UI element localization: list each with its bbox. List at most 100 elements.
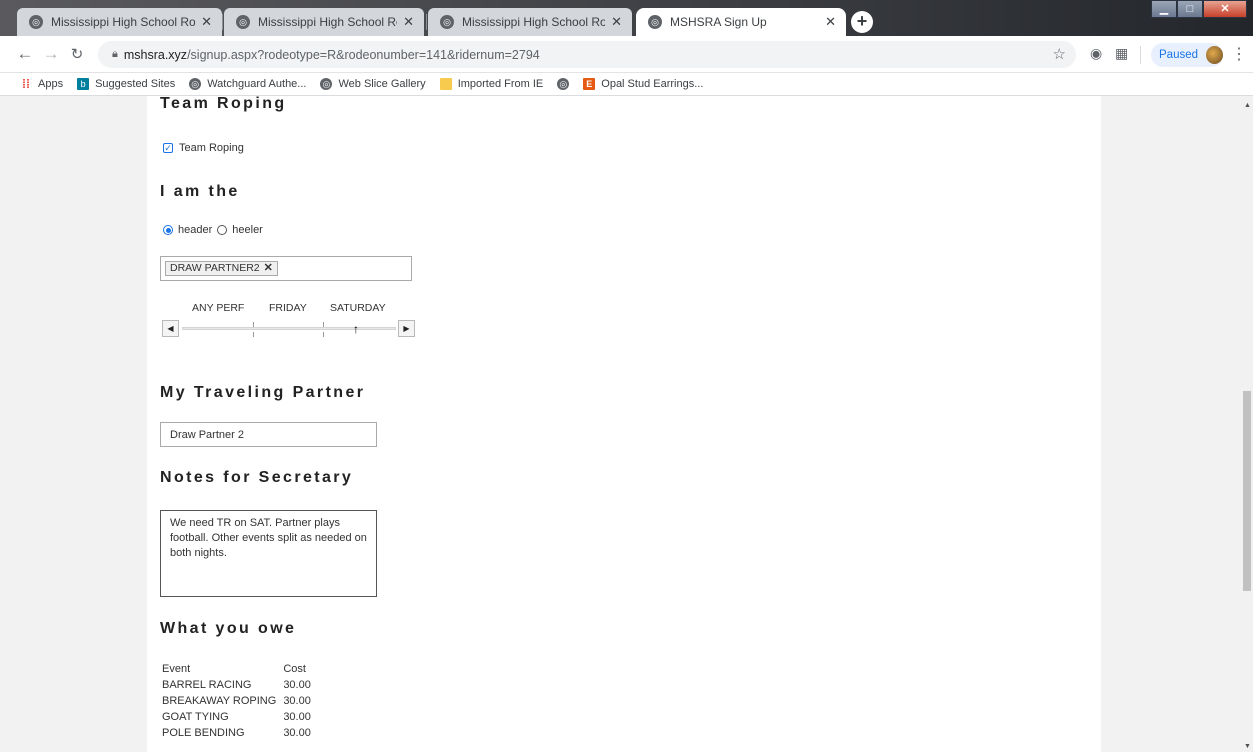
bookmark-star-icon[interactable]: ☆ [1053,45,1066,63]
remove-tag-icon[interactable]: ✕ [264,262,273,275]
tab-title: Mississippi High School Rodeo A [462,15,606,29]
bookmark-suggested-sites[interactable]: b Suggested Sites [77,78,175,90]
window-close-icon[interactable]: ✕ [1203,0,1247,18]
browser-toolbar: ← → ↻ 🔒︎ mshsra.xyz/signup.aspx?rodeotyp… [0,36,1253,73]
partner-tag: DRAW PARTNER2 ✕ [165,261,278,276]
slider-tick [323,332,324,337]
tab-3[interactable]: ◎ Mississippi High School Rodeo A ✕ [428,8,632,36]
notes-textarea[interactable]: We need TR on SAT. Partner plays footbal… [160,510,377,597]
table-row: BARREL RACING 30.00 [160,677,316,693]
traveling-partner-heading: My Traveling Partner [160,384,366,401]
owe-table: Event Cost BARREL RACING 30.00 BREAKAWAY… [160,661,316,741]
bookmark-label: Watchguard Authe... [207,78,307,90]
globe-icon: ◎ [29,15,43,29]
tab-title: Mississippi High School Rodeo A [258,15,397,29]
close-icon[interactable]: ✕ [611,14,622,30]
tab-strip: ◎ Mississippi High School Rodeo A ✕ ◎ Mi… [0,0,1253,36]
perf-label-any: ANY PERF [192,302,245,314]
radio-label: header [178,224,213,236]
slider-left-arrow-icon[interactable]: ◀ [162,320,179,337]
bookmark-label: Opal Stud Earrings... [601,78,704,90]
avatar [1206,46,1223,64]
window-controls: ▁ □ ✕ [1151,0,1247,18]
bookmark-globe[interactable]: ◎ [557,78,575,90]
close-icon[interactable]: ✕ [825,14,836,30]
perf-label-friday: FRIDAY [269,302,307,314]
back-arrow-icon[interactable]: ← [14,44,36,64]
bookmark-label: Web Slice Gallery [338,78,426,90]
cost-cell: 30.00 [283,695,311,707]
tab-title: MSHSRA Sign Up [670,15,767,29]
tab-divider [426,14,427,30]
table-header-row: Event Cost [160,661,316,677]
cost-cell: 30.00 [283,727,311,739]
scrollbar-thumb[interactable] [1243,391,1251,591]
event-cell: BREAKAWAY ROPING [162,695,277,707]
minimize-icon[interactable]: ▁ [1151,0,1177,18]
globe-icon: ◎ [648,15,662,29]
extension-circle-icon[interactable]: ◉ [1090,45,1102,62]
owe-heading: What you owe [160,620,297,637]
table-row: POLE BENDING 30.00 [160,725,316,741]
role-heading: I am the [160,183,240,200]
forward-arrow-icon[interactable]: → [40,44,62,64]
maximize-icon[interactable]: □ [1177,0,1203,18]
header-radio[interactable] [163,225,173,235]
bookmark-label: Suggested Sites [95,78,176,90]
table-row: BREAKAWAY ROPING 30.00 [160,693,316,709]
etsy-icon: E [583,78,596,90]
vertical-scrollbar[interactable]: ▲ ▼ [1241,96,1253,752]
notes-heading: Notes for Secretary [160,469,354,486]
bookmark-web-slice-gallery[interactable]: ◎ Web Slice Gallery [320,78,426,90]
table-row: GOAT TYING 30.00 [160,709,316,725]
close-icon[interactable]: ✕ [201,14,212,30]
perf-label-saturday: SATURDAY [330,302,386,314]
scroll-up-arrow-icon[interactable]: ▲ [1244,102,1251,109]
perf-slider[interactable]: ◀ ↑ ▶ [162,320,416,337]
tab-2[interactable]: ◎ Mississippi High School Rodeo A ✕ [224,8,424,36]
event-cell: GOAT TYING [162,711,229,723]
close-icon[interactable]: ✕ [403,14,414,30]
partner-select[interactable]: DRAW PARTNER2 ✕ [160,256,412,281]
profile-status: Paused [1159,49,1199,61]
signup-page: Team Roping ✓ Team Roping I am the heade… [147,96,1101,752]
slider-right-arrow-icon[interactable]: ▶ [398,320,415,337]
bookmark-imported-from-ie[interactable]: Imported From IE [439,78,543,90]
bookmark-opal-stud-earrings[interactable]: E Opal Stud Earrings... [583,78,703,90]
url-path: /signup.aspx?rodeotype=R&rodeonumber=141… [187,47,540,62]
globe-icon: ◎ [320,78,333,90]
bookmark-label: Apps [38,78,64,90]
new-tab-button[interactable]: + [851,11,873,33]
slider-tick [253,332,254,337]
column-header-event: Event [162,663,191,675]
radio-label: heeler [232,224,263,236]
profile-button[interactable]: Paused [1151,43,1223,67]
globe-icon: ◎ [189,78,202,90]
url-host: mshsra.xyz [123,47,188,62]
column-header-cost: Cost [283,663,306,675]
reload-icon[interactable]: ↻ [66,45,88,63]
traveling-partner-input[interactable]: Draw Partner 2 [160,422,377,447]
slider-tick [253,322,254,327]
event-cell: BARREL RACING [162,679,252,691]
checkbox-checked-icon: ✓ [163,143,173,153]
globe-icon: ◎ [440,15,454,29]
slider-thumb-arrow-icon[interactable]: ↑ [353,322,359,336]
slider-track[interactable]: ↑ [182,322,396,337]
folder-icon [439,78,452,90]
scroll-down-arrow-icon[interactable]: ▼ [1244,743,1251,750]
calendar-icon[interactable]: ▦ [1115,45,1128,62]
tab-1[interactable]: ◎ Mississippi High School Rodeo A ✕ [17,8,222,36]
tab-4-active[interactable]: ◎ MSHSRA Sign Up ✕ [636,8,846,36]
bookmark-apps[interactable]: ⁞⁞ Apps [20,77,64,91]
globe-icon: ◎ [557,78,570,90]
bookmark-watchguard[interactable]: ◎ Watchguard Authe... [189,78,306,90]
bing-icon: b [77,78,90,90]
cost-cell: 30.00 [283,679,311,691]
team-roping-checkbox[interactable]: ✓ Team Roping [163,142,244,154]
tab-divider [222,14,223,30]
heeler-radio[interactable] [217,225,228,235]
address-bar[interactable]: 🔒︎ mshsra.xyz/signup.aspx?rodeotype=R&ro… [98,41,1076,68]
toolbar-divider [1140,46,1141,64]
more-menu-icon[interactable]: ⋮ [1231,44,1247,64]
